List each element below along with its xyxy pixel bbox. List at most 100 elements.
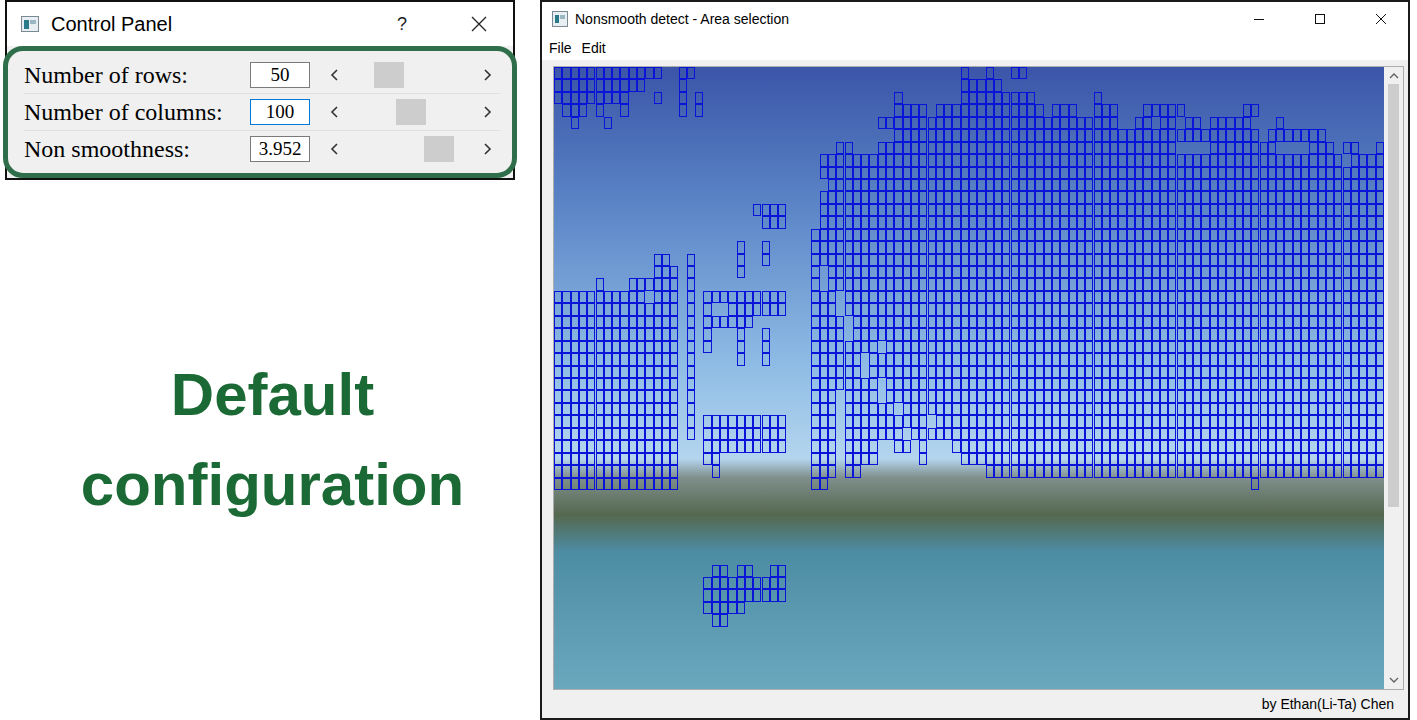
selected-cell[interactable] [1152,353,1160,365]
selected-cell[interactable] [1177,191,1185,203]
selected-cell[interactable] [1226,403,1234,415]
selected-cell[interactable] [903,390,911,402]
selected-cell[interactable] [1326,216,1334,228]
selected-cell[interactable] [1160,328,1168,340]
selected-cell[interactable] [1060,241,1068,253]
selected-cell[interactable] [1243,241,1251,253]
selected-cell[interactable] [919,104,927,116]
selected-cell[interactable] [1143,353,1151,365]
selected-cell[interactable] [928,378,936,390]
selected-cell[interactable] [845,278,853,290]
selected-cell[interactable] [952,154,960,166]
selected-cell[interactable] [687,403,695,415]
selected-cell[interactable] [928,204,936,216]
selected-cell[interactable] [994,378,1002,390]
selected-cell[interactable] [1060,117,1068,129]
selected-cell[interactable] [977,254,985,266]
selected-cell[interactable] [1309,229,1317,241]
selected-cell[interactable] [894,179,902,191]
selected-cell[interactable] [903,216,911,228]
selected-cell[interactable] [1276,328,1284,340]
selected-cell[interactable] [811,316,819,328]
selected-cell[interactable] [662,316,670,328]
selected-cell[interactable] [1376,291,1384,303]
selected-cell[interactable] [952,129,960,141]
selected-cell[interactable] [1218,390,1226,402]
selected-cell[interactable] [919,316,927,328]
selected-cell[interactable] [1367,154,1375,166]
selected-cell[interactable] [762,254,770,266]
selected-cell[interactable] [645,353,653,365]
selected-cell[interactable] [919,216,927,228]
selected-cell[interactable] [1027,229,1035,241]
selected-cell[interactable] [1077,353,1085,365]
selected-cell[interactable] [1376,154,1384,166]
selected-cell[interactable] [994,117,1002,129]
selected-cell[interactable] [1077,241,1085,253]
selected-cell[interactable] [1118,291,1126,303]
selected-cell[interactable] [853,415,861,427]
selected-cell[interactable] [986,353,994,365]
selected-cell[interactable] [1127,204,1135,216]
selected-cell[interactable] [986,390,994,402]
selected-cell[interactable] [1168,303,1176,315]
selected-cell[interactable] [845,353,853,365]
selected-cell[interactable] [1260,204,1268,216]
selected-cell[interactable] [1218,303,1226,315]
selected-cell[interactable] [604,403,612,415]
selected-cell[interactable] [1060,104,1068,116]
selected-cell[interactable] [936,229,944,241]
selected-cell[interactable] [1334,191,1342,203]
selected-cell[interactable] [1011,241,1019,253]
selected-cell[interactable] [836,316,844,328]
selected-cell[interactable] [1044,254,1052,266]
selected-cell[interactable] [1135,129,1143,141]
selected-cell[interactable] [886,328,894,340]
selected-cell[interactable] [986,179,994,191]
selected-cell[interactable] [1160,291,1168,303]
selected-cell[interactable] [1052,328,1060,340]
selected-cell[interactable] [1201,403,1209,415]
selected-cell[interactable] [1318,266,1326,278]
selected-cell[interactable] [1284,303,1292,315]
selected-cell[interactable] [571,316,579,328]
selected-cell[interactable] [820,353,828,365]
selected-cell[interactable] [1309,204,1317,216]
selected-cell[interactable] [1218,216,1226,228]
selected-cell[interactable] [952,179,960,191]
selected-cell[interactable] [1359,216,1367,228]
selected-cell[interactable] [845,216,853,228]
selected-cell[interactable] [1260,142,1268,154]
selected-cell[interactable] [679,104,687,116]
selected-cell[interactable] [903,167,911,179]
selected-cell[interactable] [1334,216,1342,228]
selected-cell[interactable] [1235,316,1243,328]
selected-cell[interactable] [1160,378,1168,390]
selected-cell[interactable] [1293,254,1301,266]
selected-cell[interactable] [828,204,836,216]
selected-cell[interactable] [745,415,753,427]
selected-cell[interactable] [961,390,969,402]
selected-cell[interactable] [620,328,628,340]
selected-cell[interactable] [845,142,853,154]
selected-cell[interactable] [620,341,628,353]
selected-cell[interactable] [579,104,587,116]
selected-cell[interactable] [562,303,570,315]
selected-cell[interactable] [1143,179,1151,191]
selected-cell[interactable] [1118,167,1126,179]
selected-cell[interactable] [596,390,604,402]
selected-cell[interactable] [1284,291,1292,303]
selected-cell[interactable] [1343,179,1351,191]
selected-cell[interactable] [1210,328,1218,340]
selected-cell[interactable] [1318,254,1326,266]
selected-cell[interactable] [1094,117,1102,129]
selected-cell[interactable] [1110,390,1118,402]
selected-cell[interactable] [1351,341,1359,353]
selected-cell[interactable] [571,303,579,315]
selected-cell[interactable] [994,353,1002,365]
selected-cell[interactable] [911,142,919,154]
selected-cell[interactable] [1102,278,1110,290]
selected-cell[interactable] [894,216,902,228]
selected-cell[interactable] [1019,378,1027,390]
selected-cell[interactable] [936,117,944,129]
